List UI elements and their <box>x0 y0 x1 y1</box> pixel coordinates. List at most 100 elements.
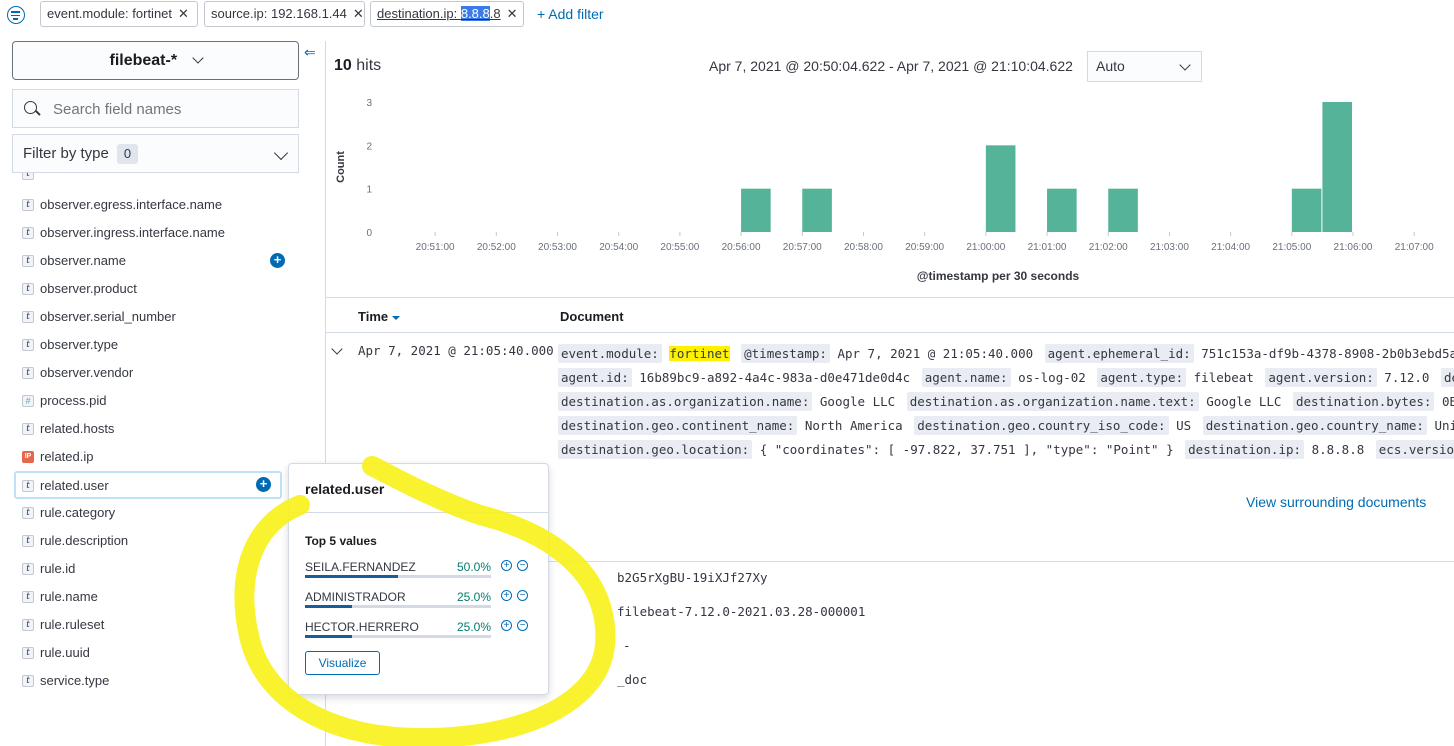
document-line: destination.as.organization.name: Google… <box>558 390 1454 414</box>
close-icon[interactable]: ✕ <box>353 6 364 21</box>
histogram-bar[interactable] <box>802 188 832 232</box>
field-item[interactable]: t observer.product <box>14 276 282 302</box>
view-surrounding-link[interactable]: View surrounding documents <box>1246 494 1426 510</box>
filter-out-value-icon[interactable]: − <box>517 590 528 601</box>
string-type-icon: t <box>22 199 34 211</box>
value-bar <box>305 605 491 608</box>
add-field-icon[interactable]: + <box>256 477 271 492</box>
field-name: rule.name <box>40 589 98 604</box>
field-item[interactable]: t observer.egress.interface.name <box>14 192 282 218</box>
x-tick-label: 21:03:00 <box>1150 242 1189 253</box>
string-type-icon: t <box>22 535 34 547</box>
value-bar <box>305 575 491 578</box>
divider <box>289 512 548 513</box>
visualize-button[interactable]: Visualize <box>305 651 380 675</box>
field-item[interactable]: t rule.category <box>14 500 282 526</box>
doc-field-value: 0B <box>1442 394 1454 409</box>
field-name: rule.category <box>40 505 116 520</box>
doc-field-key: destination.as.organization.name.text: <box>906 392 1199 411</box>
filter-pill-destination-ip[interactable]: destination.ip: 8.8.8.8 ✕ <box>370 1 524 27</box>
document-line: event.module: fortinet @timestamp: Apr 7… <box>558 342 1454 366</box>
filter-menu-icon[interactable] <box>7 6 25 24</box>
detail-id-value: b2G5rXgBU-19iXJf27Xy <box>617 570 768 585</box>
hits-count: 10 hits <box>334 57 382 74</box>
column-header-time[interactable]: Time <box>358 309 401 324</box>
filter-out-value-icon[interactable]: − <box>517 560 528 571</box>
time-range[interactable]: Apr 7, 2021 @ 20:50:04.622 - Apr 7, 2021… <box>709 58 1073 74</box>
doc-field-key: event.module: <box>558 344 662 363</box>
interval-select[interactable]: Auto <box>1087 51 1202 82</box>
x-tick-label: 20:56:00 <box>722 242 761 253</box>
search-input[interactable] <box>51 90 295 129</box>
x-axis-label: @timestamp per 30 seconds <box>917 269 1080 283</box>
field-item[interactable]: t rule.name <box>14 584 282 610</box>
doc-field-value: US <box>1176 418 1192 433</box>
filter-for-value-icon[interactable]: + <box>501 620 512 631</box>
add-filter-button[interactable]: + Add filter <box>537 6 604 22</box>
x-tick-label: 21:01:00 <box>1028 242 1067 253</box>
filter-pill-event-module[interactable]: event.module: fortinet ✕ <box>40 1 198 27</box>
histogram-bar[interactable] <box>1322 102 1353 232</box>
field-item[interactable]: t observer.ingress.interface.name <box>14 220 282 246</box>
field-name: rule.ruleset <box>40 617 105 632</box>
field-item[interactable]: t observer.name + <box>14 248 285 274</box>
sort-descending-icon[interactable] <box>392 315 401 320</box>
doc-field-key: destination.geo.location: <box>558 440 753 459</box>
filter-out-value-icon[interactable]: − <box>517 620 528 631</box>
divider <box>486 561 1454 562</box>
field-item[interactable]: t observer.serial_number <box>14 304 282 330</box>
document-line: destination.geo.continent_name: North Am… <box>558 414 1454 438</box>
field-item[interactable]: t service.type <box>14 668 282 691</box>
field-item[interactable]: t observer.type <box>14 332 282 358</box>
field-name: observer.egress.interface.name <box>40 197 223 212</box>
doc-field-key: agent.id: <box>558 368 632 387</box>
filter-pill-source-ip[interactable]: source.ip: 192.168.1.44 ✕ <box>204 1 365 27</box>
filter-by-type-button[interactable]: Filter by type 0 <box>12 134 299 173</box>
document-line: destination.geo.location: { "coordinates… <box>558 438 1454 462</box>
field-item[interactable]: t rule.id <box>14 556 282 582</box>
add-field-icon[interactable]: + <box>270 253 285 268</box>
histogram-bar[interactable] <box>1047 188 1077 232</box>
field-item[interactable]: t rule.ruleset <box>14 612 282 638</box>
doc-field-key: ecs.version: <box>1375 440 1454 459</box>
number-type-icon: # <box>22 395 34 407</box>
string-type-icon: t <box>22 619 34 631</box>
y-tick-label: 3 <box>366 98 372 109</box>
doc-field-key: destination.as.number: <box>1440 368 1454 387</box>
histogram-bar[interactable] <box>1291 188 1322 232</box>
histogram-bar[interactable] <box>985 145 1016 232</box>
collapse-sidebar-icon[interactable]: ⇐ <box>304 44 316 61</box>
value-name: HECTOR.HERRERO <box>305 620 419 634</box>
field-item[interactable]: t <box>14 173 282 187</box>
x-tick-label: 20:58:00 <box>844 242 883 253</box>
chevron-down-icon[interactable] <box>331 343 343 355</box>
field-item[interactable]: # process.pid <box>14 388 282 414</box>
close-icon[interactable]: ✕ <box>178 6 189 21</box>
field-name: observer.name <box>40 253 126 268</box>
detail-index-value: filebeat-7.12.0-2021.03.28-000001 <box>617 604 866 619</box>
field-name: related.ip <box>40 449 94 464</box>
field-item[interactable]: t observer.vendor <box>14 360 282 386</box>
string-type-icon: t <box>22 647 34 659</box>
histogram-chart: 0 1 2 3 20:51:00 20:52:00 20:53:00 20:54:00 20:… <box>335 98 1434 283</box>
x-tick-label: 20:52:00 <box>477 242 516 253</box>
field-item-selected[interactable]: t related.user + <box>14 471 282 499</box>
filter-for-value-icon[interactable]: + <box>501 590 512 601</box>
column-header-document: Document <box>560 309 624 324</box>
x-tick-label: 21:00:00 <box>966 242 1005 253</box>
field-item[interactable]: IP related.ip <box>14 444 282 470</box>
filter-for-value-icon[interactable]: + <box>501 560 512 571</box>
close-icon[interactable]: ✕ <box>507 6 518 21</box>
histogram-bar[interactable] <box>1108 188 1138 232</box>
doc-field-value: North America <box>804 418 903 433</box>
field-name: observer.vendor <box>40 365 134 380</box>
field-item[interactable]: t rule.description <box>14 528 282 554</box>
x-tick-label: 20:54:00 <box>599 242 638 253</box>
field-item[interactable]: t rule.uuid <box>14 640 282 666</box>
value-percent: 50.0% <box>457 560 492 574</box>
field-item[interactable]: t related.hosts <box>14 416 282 442</box>
index-pattern-selector[interactable]: filebeat-* <box>12 41 299 80</box>
histogram-bar[interactable] <box>741 188 771 232</box>
doc-field-value: 16b89bc9-a892-4a4c-983a-d0e471de0d4c <box>639 370 911 385</box>
string-type-icon: t <box>22 563 34 575</box>
